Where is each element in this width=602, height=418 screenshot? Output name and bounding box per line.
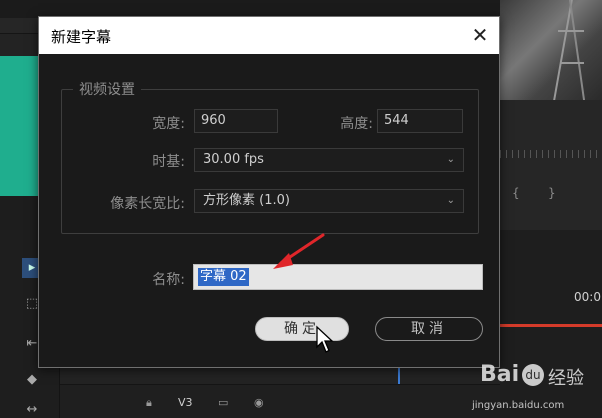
name-label: 名称: [152, 272, 185, 288]
timebase-value: 30.00 fps [203, 152, 264, 167]
height-label: 高度: [340, 116, 373, 132]
cancel-button[interactable]: 取消 [375, 317, 483, 341]
name-input-selected-text: 字幕 02 [198, 268, 249, 286]
close-icon[interactable]: ✕ [465, 20, 495, 50]
dialog-titlebar[interactable]: 新建字幕 ✕ [39, 17, 499, 54]
slip-tool-icon[interactable]: ↔ [22, 400, 42, 418]
timeline-timecode: 00:0 [574, 290, 601, 304]
watermark-site-name: 经验 [548, 368, 584, 389]
timebase-label: 时基: [152, 154, 185, 170]
watermark-logo: Bai [480, 362, 520, 387]
track-header-bar [60, 384, 500, 418]
chevron-down-icon: ⌄ [446, 195, 455, 206]
dialog-title: 新建字幕 [51, 28, 112, 46]
track-output-icon[interactable]: ▭ [218, 396, 228, 409]
timeline-work-area-bar[interactable] [500, 324, 602, 327]
red-arrow-annotation [273, 233, 325, 269]
mouse-cursor-icon [316, 325, 334, 353]
track-visibility-icon[interactable]: ◉ [254, 396, 264, 409]
pixel-aspect-value: 方形像素 (1.0) [203, 193, 290, 208]
watermark-url: jingyan.baidu.com [472, 400, 565, 411]
pixel-aspect-select[interactable]: 方形像素 (1.0) ⌄ [194, 189, 464, 213]
height-field[interactable]: 544 [377, 109, 463, 133]
video-settings-title: 视频设置 [73, 79, 141, 99]
new-title-dialog: 新建字幕 ✕ 视频设置 宽度: 960 高度: 544 时基: 30.00 fp… [38, 16, 500, 368]
mark-out-icon[interactable]: } [548, 186, 556, 200]
track-lock-icon[interactable]: 🔒︎ [146, 396, 152, 410]
track-label: V3 [178, 396, 193, 409]
width-label: 宽度: [152, 116, 185, 132]
razor-tool-icon[interactable]: ◆ [22, 370, 42, 390]
program-monitor-controls [500, 100, 602, 230]
baidu-jingyan-watermark: Bai du 经验 jingyan.baidu.com [472, 362, 602, 418]
baidu-paw-icon: du [522, 364, 544, 386]
project-panel-thumbnail[interactable] [0, 56, 40, 196]
timebase-select[interactable]: 30.00 fps ⌄ [194, 148, 464, 172]
pixel-aspect-label: 像素长宽比: [110, 196, 185, 212]
mark-in-icon[interactable]: { [512, 186, 520, 200]
name-input[interactable]: 字幕 02 [193, 264, 483, 290]
monitor-ruler [500, 150, 602, 158]
program-monitor-preview [500, 0, 602, 100]
chevron-down-icon: ⌄ [446, 154, 455, 165]
project-panel-footer [0, 196, 40, 230]
width-field[interactable]: 960 [194, 109, 278, 133]
